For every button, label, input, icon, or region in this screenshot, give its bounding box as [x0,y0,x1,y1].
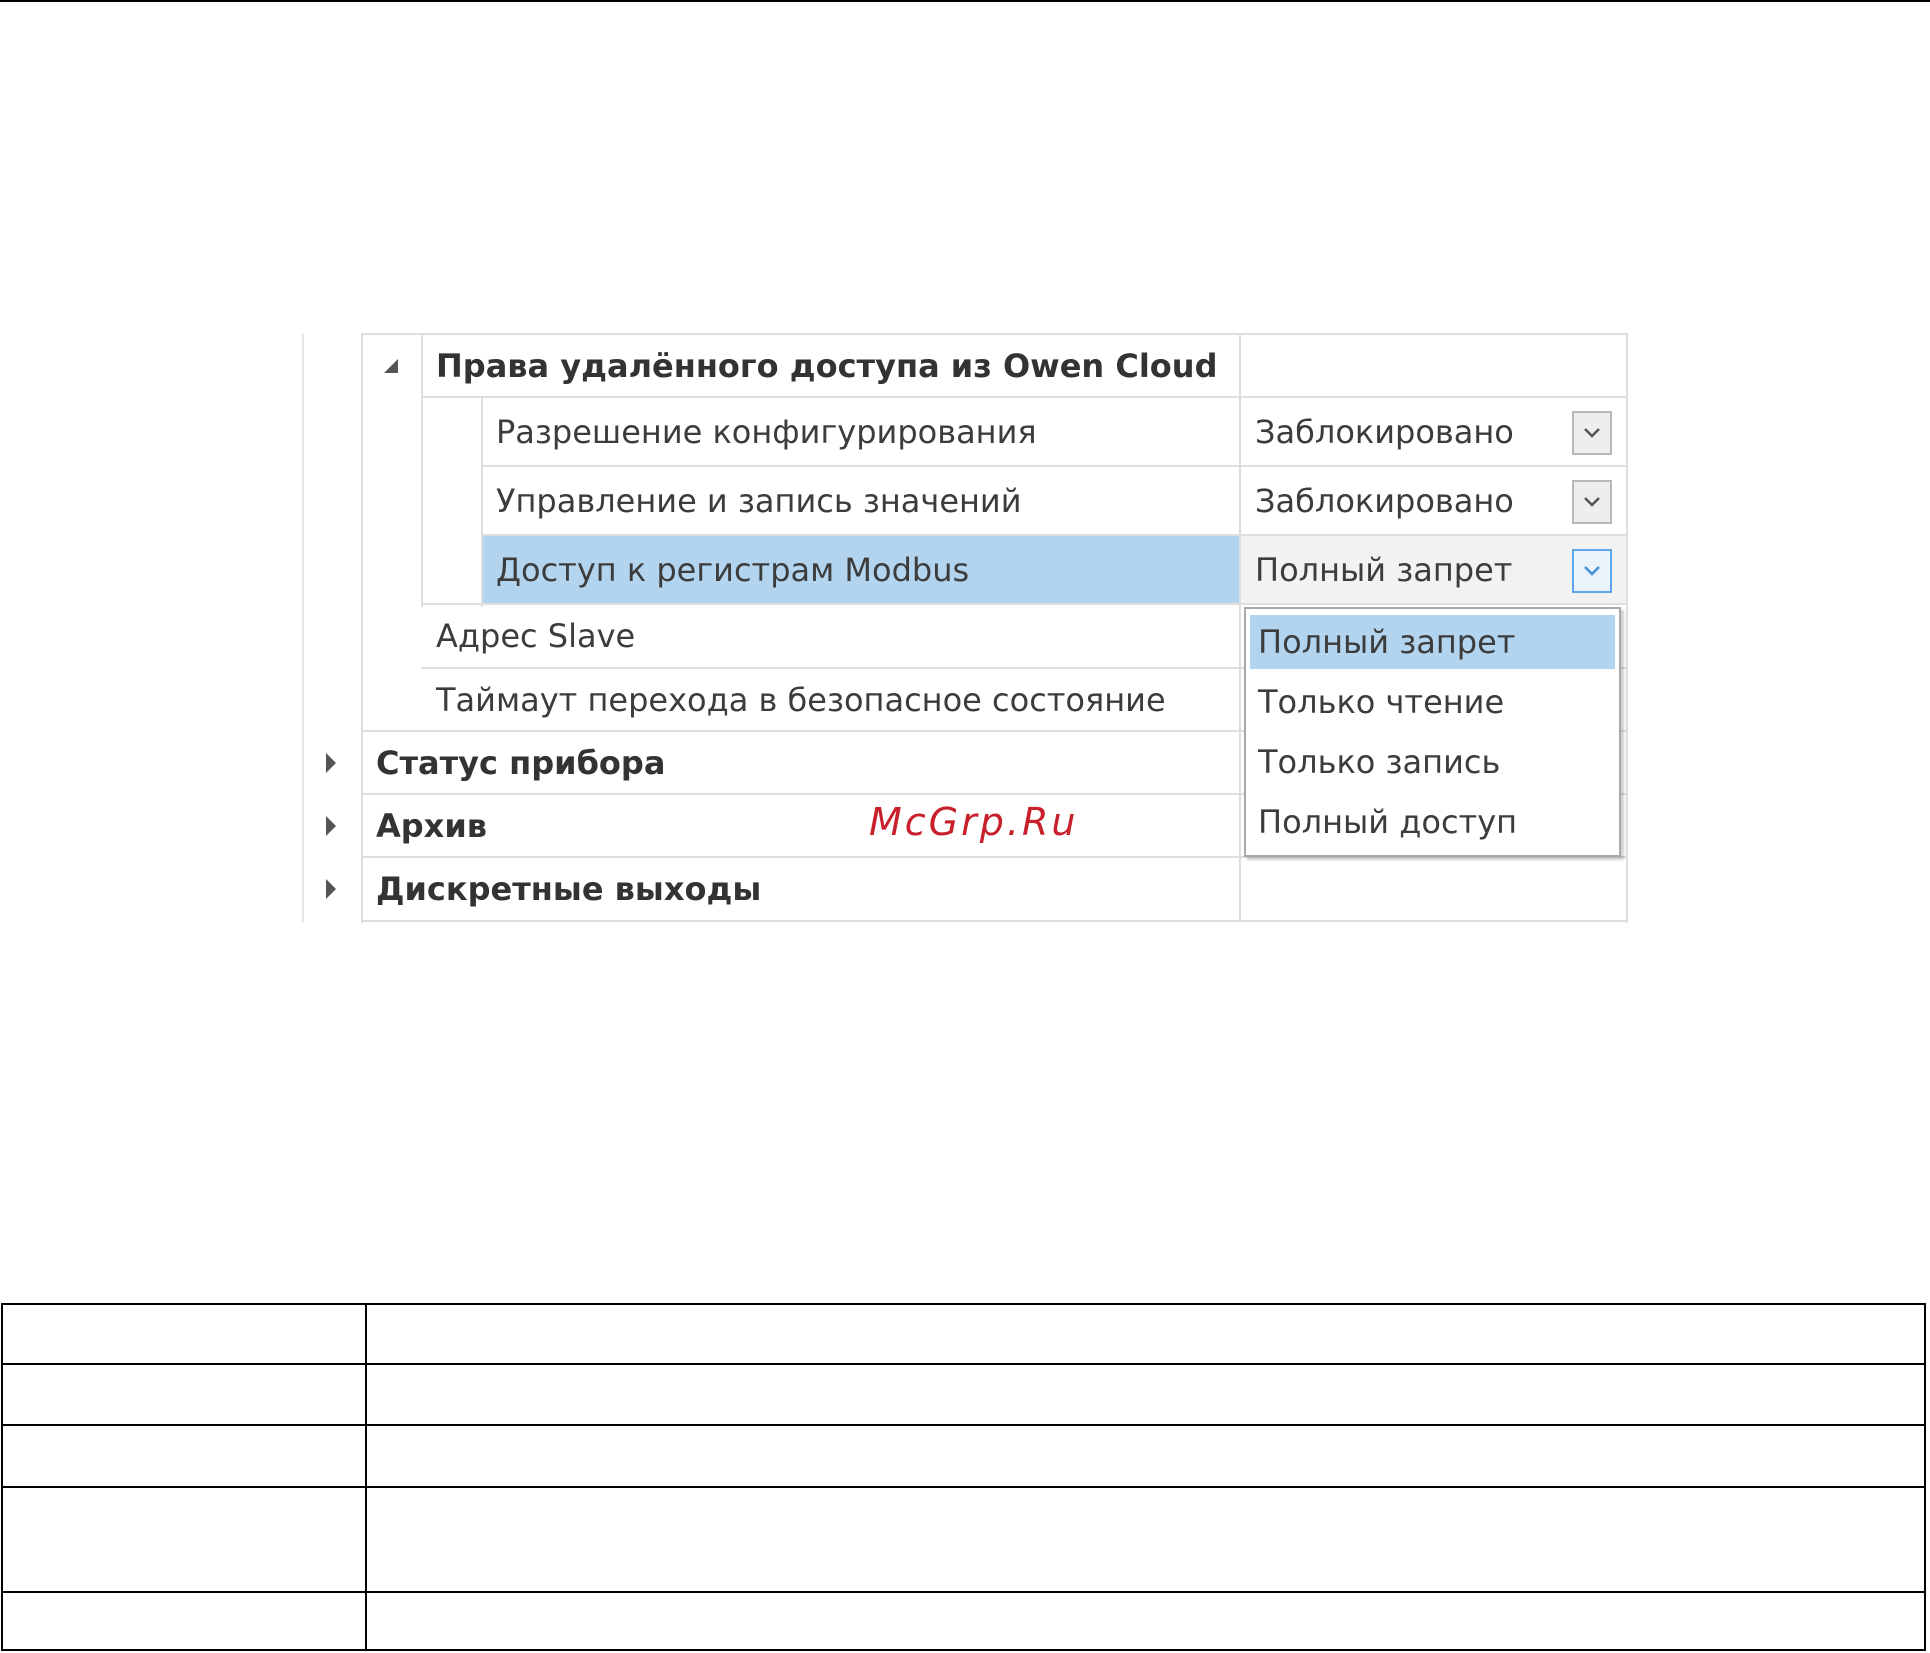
grid-line [421,333,423,607]
group-archive[interactable]: Архив [376,795,1236,856]
expand-toggle-icon[interactable] [326,879,336,899]
document-table [1,1303,1926,1651]
table-row-divider [3,1486,1924,1488]
watermark: McGrp.Ru [869,800,1079,844]
group-device-status[interactable]: Статус прибора [376,732,1236,793]
grid-line [1626,333,1628,923]
combo-button-config-permission[interactable] [1572,411,1612,455]
table-row-divider [3,1591,1924,1593]
property-label-slave-address[interactable]: Адрес Slave [436,605,1236,667]
property-label-config-permission[interactable]: Разрешение конфигурирования [496,398,1236,465]
dropdown-option-full-deny[interactable]: Полный запрет [1250,615,1615,669]
chevron-down-icon [1584,497,1600,507]
chevron-down-icon [1584,428,1600,438]
dropdown-option-full-access[interactable]: Полный доступ [1250,795,1615,849]
table-row-divider [3,1363,1924,1365]
property-label-modbus-access[interactable]: Доступ к регистрам Modbus [483,536,1239,603]
table-row-divider [3,1424,1924,1426]
property-value-control-write[interactable]: Заблокировано [1255,467,1555,534]
top-rule [0,0,1930,2]
expand-toggle-icon[interactable] [326,816,336,836]
property-label-control-write[interactable]: Управление и запись значений [496,467,1236,534]
page: Права удалённого доступа из Owen Cloud Р… [0,0,1930,1653]
dropdown-list: Полный запрет Только чтение Только запис… [1244,607,1621,857]
table-column-divider [365,1305,367,1649]
combo-button-control-write[interactable] [1572,480,1612,524]
property-value-modbus-access[interactable]: Полный запрет [1255,536,1555,603]
combo-button-modbus-access[interactable] [1572,549,1612,593]
group-remote-access[interactable]: Права удалённого доступа из Owen Cloud [436,335,1236,396]
chevron-down-icon [1584,566,1600,576]
dropdown-option-read-only[interactable]: Только чтение [1250,675,1615,729]
expand-toggle-icon[interactable] [326,753,336,773]
grid-line [302,333,304,923]
expand-toggle-icon[interactable] [384,359,398,373]
dropdown-option-write-only[interactable]: Только запись [1250,735,1615,789]
grid-line [1239,333,1241,923]
property-value-config-permission[interactable]: Заблокировано [1255,398,1555,465]
grid-line [361,920,1628,922]
grid-line [361,333,363,923]
group-discrete-outputs[interactable]: Дискретные выходы [376,858,1236,920]
property-label-safe-state-timeout[interactable]: Таймаут перехода в безопасное состояние [436,669,1236,730]
